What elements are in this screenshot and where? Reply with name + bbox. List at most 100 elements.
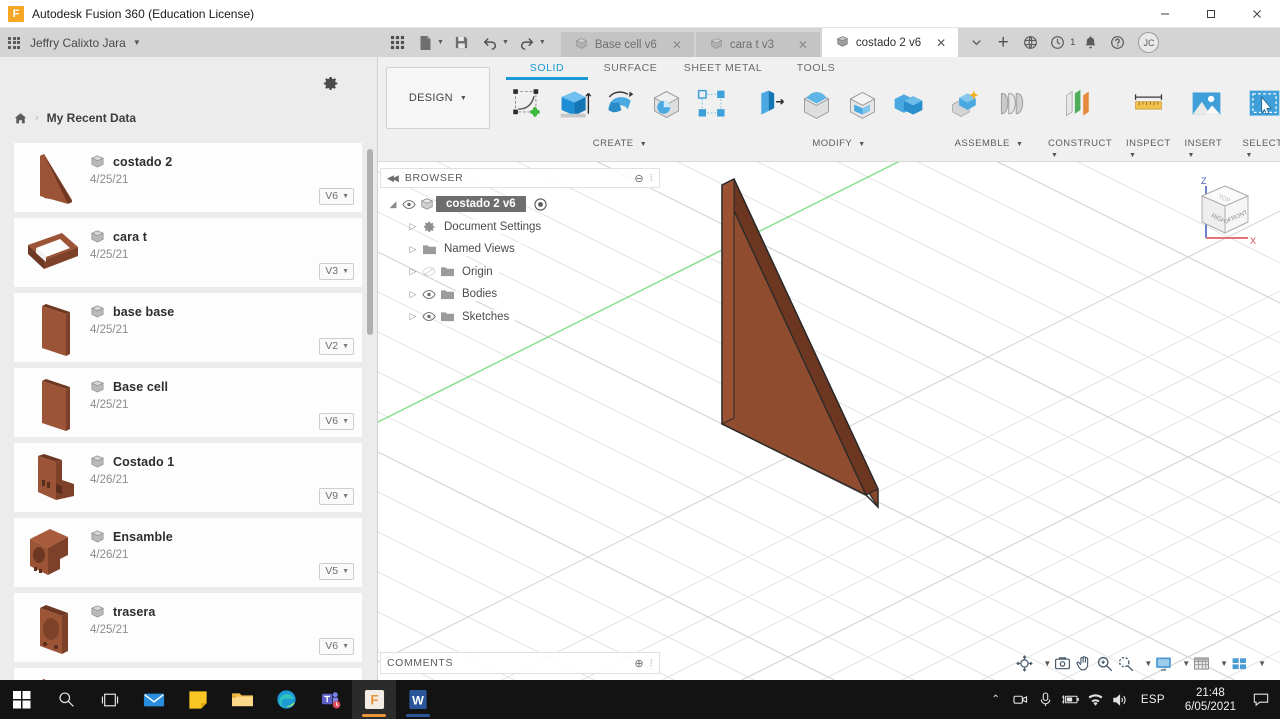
look-at-icon[interactable]	[1053, 654, 1072, 673]
maximize-icon[interactable]	[1188, 0, 1234, 28]
edge-icon[interactable]	[264, 680, 308, 719]
battery-icon[interactable]	[1058, 693, 1083, 706]
browser-row-root[interactable]: ◢ costado 2 v6	[380, 193, 660, 216]
close-icon[interactable]	[1234, 0, 1280, 28]
select-icon[interactable]	[1242, 86, 1280, 123]
ribbon-group-label[interactable]: INSERT ▼	[1184, 138, 1228, 160]
ribbon-group-label[interactable]: INSPECT ▼	[1126, 138, 1171, 160]
volume-icon[interactable]	[1108, 693, 1133, 707]
document-tab[interactable]: cara t v3 ✕	[695, 32, 820, 57]
help-icon[interactable]	[1105, 31, 1129, 55]
fusion-taskbar-icon[interactable]: F	[352, 680, 396, 719]
ribbon-group-label[interactable]: SELECT ▼	[1242, 138, 1280, 160]
expand-arrow-icon[interactable]: ▷	[406, 221, 420, 232]
extrude-icon[interactable]	[552, 86, 596, 123]
orbit-icon[interactable]	[1015, 654, 1034, 673]
grid-snap-icon[interactable]	[1192, 654, 1211, 673]
version-badge[interactable]: V5 ▼	[319, 563, 354, 580]
chevron-down-icon[interactable]: ▼	[1043, 659, 1051, 668]
expand-arrow-icon[interactable]: ▷	[406, 289, 420, 300]
collapse-left-icon[interactable]: ◀◀	[387, 173, 399, 184]
file-explorer-icon[interactable]	[220, 680, 264, 719]
measure-icon[interactable]	[1126, 86, 1170, 123]
activate-radio-icon[interactable]	[534, 198, 547, 211]
pattern-icon[interactable]	[690, 86, 734, 123]
browser-row-origin[interactable]: ▷ Origin	[380, 261, 660, 284]
ribbon-group-label[interactable]: MODIFY ▼	[812, 138, 865, 149]
list-item[interactable]: cara t 4/25/21 V3 ▼	[14, 218, 362, 287]
clock[interactable]: 21:48 6/05/2021	[1175, 686, 1246, 714]
data-panel-scrollbar[interactable]	[367, 149, 373, 335]
panel-grip[interactable]: ⦙	[650, 658, 653, 669]
panel-grip[interactable]: ⦙	[650, 173, 653, 184]
list-item[interactable]: Base cell 4/25/21 V6 ▼	[14, 368, 362, 437]
document-tab[interactable]: Base cell v6 ✕	[560, 32, 694, 57]
version-badge[interactable]: V6 ▼	[319, 413, 354, 430]
chevron-down-icon[interactable]: ▼	[1144, 659, 1152, 668]
chevron-down-icon[interactable]: ▼	[1220, 659, 1228, 668]
tab-tools[interactable]: TOOLS	[773, 62, 859, 80]
list-item[interactable]: Costado 1 4/26/21 V9 ▼	[14, 443, 362, 512]
display-settings-icon[interactable]	[1154, 654, 1173, 673]
viewport-canvas[interactable]: ◀◀ BROWSER ⊖ ⦙ ◢ costado 2 v6 ▷ Document…	[378, 162, 1280, 680]
version-badge[interactable]: V9 ▼	[319, 488, 354, 505]
eye-off-icon[interactable]	[420, 266, 438, 277]
viewports-icon[interactable]	[1230, 654, 1249, 673]
wifi-icon[interactable]	[1083, 693, 1108, 707]
create-sketch-icon[interactable]	[506, 86, 550, 123]
chevron-down-icon[interactable]: ▼	[133, 38, 141, 47]
undo-icon[interactable]	[477, 30, 503, 56]
version-badge[interactable]: V2 ▼	[319, 338, 354, 355]
microphone-icon[interactable]	[1033, 692, 1058, 707]
gear-icon[interactable]	[322, 75, 339, 97]
offset-plane-icon[interactable]	[1058, 86, 1102, 123]
camera-icon[interactable]	[1008, 693, 1033, 706]
close-icon[interactable]: ✕	[790, 38, 808, 52]
minus-circle-icon[interactable]: ⊖	[634, 172, 644, 185]
view-cube[interactable]: Z X RIGHT FRONT TOP	[1184, 172, 1266, 259]
action-center-icon[interactable]	[1246, 692, 1276, 707]
eye-icon[interactable]	[420, 311, 438, 322]
sweep-icon[interactable]	[644, 86, 688, 123]
language-indicator[interactable]: ESP	[1133, 694, 1175, 706]
plus-icon[interactable]: +	[991, 31, 1015, 55]
expand-arrow-icon[interactable]: ◢	[386, 199, 400, 210]
shell-icon[interactable]	[840, 86, 884, 123]
zoom-icon[interactable]	[1116, 654, 1135, 673]
mail-icon[interactable]	[132, 680, 176, 719]
teams-icon[interactable]	[308, 680, 352, 719]
windows-start-icon[interactable]	[0, 680, 44, 719]
list-item[interactable]: trasera 4/25/21 V6 ▼	[14, 593, 362, 662]
browser-row-sketches[interactable]: ▷ Sketches	[380, 306, 660, 329]
expand-arrow-icon[interactable]: ▷	[406, 311, 420, 322]
eye-icon[interactable]	[400, 199, 418, 210]
chevron-down-icon[interactable]: ▼	[1258, 659, 1266, 668]
tab-sheet-metal[interactable]: SHEET METAL	[673, 62, 773, 80]
chevron-down-icon[interactable]: ▼	[437, 39, 444, 46]
minimize-icon[interactable]	[1142, 0, 1188, 28]
expand-arrow-icon[interactable]: ▷	[406, 244, 420, 255]
workspace-switcher[interactable]: DESIGN ▼	[386, 67, 490, 129]
ribbon-group-label[interactable]: CONSTRUCT ▼	[1048, 138, 1112, 160]
expand-arrow-icon[interactable]: ▷	[406, 266, 420, 277]
chevron-down-icon[interactable]: ▼	[539, 39, 546, 46]
data-panel-list[interactable]: costado 2 4/25/21 V6 ▼ cara t 4/25/21 V3…	[0, 143, 378, 680]
ribbon-group-label[interactable]: CREATE ▼	[593, 138, 647, 149]
redo-icon[interactable]	[514, 30, 540, 56]
eye-icon[interactable]	[420, 289, 438, 300]
new-component-icon[interactable]	[944, 86, 988, 123]
combine-icon[interactable]	[886, 86, 930, 123]
chevron-down-icon[interactable]: ▼	[1182, 659, 1190, 668]
close-icon[interactable]: ✕	[664, 38, 682, 52]
tab-solid[interactable]: SOLID	[506, 62, 588, 80]
version-badge[interactable]: V3 ▼	[319, 263, 354, 280]
extensions-icon[interactable]	[1018, 31, 1042, 55]
add-comment-icon[interactable]: ⊕	[634, 657, 644, 670]
chevron-down-icon[interactable]	[964, 31, 988, 55]
search-icon[interactable]	[44, 680, 88, 719]
version-badge[interactable]: V6 ▼	[319, 638, 354, 655]
insert-image-icon[interactable]	[1184, 86, 1228, 123]
comments-panel[interactable]: COMMENTS ⊕ ⦙	[380, 652, 660, 674]
close-icon[interactable]: ✕	[928, 36, 946, 50]
job-status-icon[interactable]	[1045, 31, 1069, 55]
